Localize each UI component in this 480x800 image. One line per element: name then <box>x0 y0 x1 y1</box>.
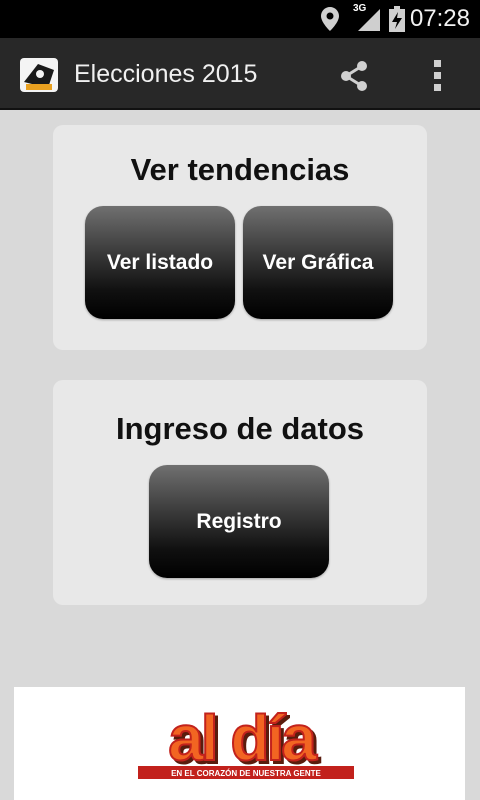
status-time: 07:28 <box>409 5 470 32</box>
svg-text:EN EL CORAZÓN DE NUESTRA GENTE: EN EL CORAZÓN DE NUESTRA GENTE <box>171 769 321 778</box>
aldia-logo: al día EN EL CORAZÓN DE NUESTRA GENTE <box>138 701 354 779</box>
svg-text:al día: al día <box>168 702 317 774</box>
status-bar: 3G 07:28 <box>0 0 480 38</box>
action-bar: Elecciones 2015 <box>0 38 480 110</box>
ingreso-title: Ingreso de datos <box>115 411 365 446</box>
network-type-label: 3G <box>353 3 367 14</box>
ingreso-card: Ingreso de datos Registro <box>53 380 427 605</box>
overflow-menu-icon[interactable] <box>420 54 456 98</box>
tendencias-title: Ver tendencias <box>130 152 350 187</box>
tendencias-card: Ver tendencias Ver listado Ver Gráfica <box>53 125 427 350</box>
registro-button[interactable]: Registro <box>149 465 329 578</box>
location-icon <box>318 5 342 33</box>
ver-grafica-button[interactable]: Ver Gráfica <box>243 206 393 319</box>
app-title: Elecciones 2015 <box>74 60 258 88</box>
signal-3g-icon: 3G <box>350 3 384 33</box>
battery-charging-icon <box>388 5 406 33</box>
app-logo-icon[interactable] <box>18 54 60 96</box>
ad-banner[interactable]: al día EN EL CORAZÓN DE NUESTRA GENTE <box>14 687 465 800</box>
share-icon[interactable] <box>332 56 376 96</box>
ver-listado-button[interactable]: Ver listado <box>85 206 235 319</box>
